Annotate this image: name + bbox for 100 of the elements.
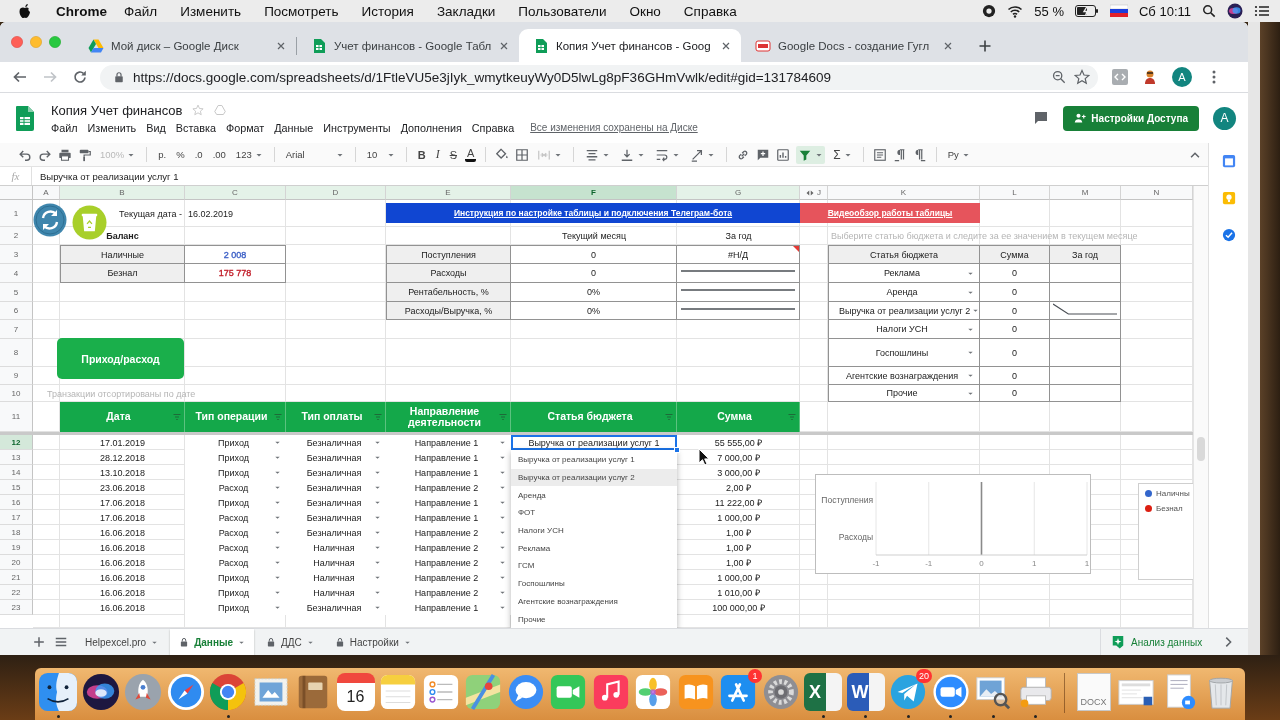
list-icon[interactable]: [1254, 3, 1270, 19]
save-status-link[interactable]: Все изменения сохранены на Диске: [530, 122, 698, 133]
dropdown-cell[interactable]: Безналичная: [286, 525, 386, 540]
maximize-icon[interactable]: [49, 36, 61, 48]
formula-input[interactable]: Выручка от реализации услуг 1: [32, 167, 1208, 185]
caret-icon[interactable]: [274, 544, 281, 551]
row-number[interactable]: 19: [0, 540, 33, 555]
menu-item[interactable]: Формат: [225, 121, 265, 134]
speech-bubble-icon[interactable]: [506, 673, 545, 711]
orb-icon[interactable]: [81, 673, 120, 711]
caret-icon[interactable]: [499, 574, 506, 581]
text-color-button[interactable]: A: [465, 147, 477, 162]
menu-item[interactable]: Агентские вознаграждения: [511, 592, 677, 611]
row-number[interactable]: 9: [0, 367, 33, 385]
dropdown-cell[interactable]: Направление 1: [386, 465, 511, 480]
video-camera-icon[interactable]: [931, 673, 970, 711]
filter-button[interactable]: [796, 145, 826, 164]
menu-item[interactable]: Файл: [51, 121, 78, 134]
filter-icon[interactable]: [173, 413, 181, 421]
comment-icon[interactable]: [1033, 110, 1050, 126]
calendar-icon[interactable]: [1221, 154, 1236, 168]
dropdown-cell[interactable]: Безналичная: [286, 495, 386, 510]
caret-icon[interactable]: [374, 469, 381, 476]
caret-icon[interactable]: [499, 604, 506, 611]
column-header[interactable]: F: [511, 186, 677, 200]
caret-icon[interactable]: [374, 514, 381, 521]
filter-icon[interactable]: [499, 413, 507, 421]
row-number[interactable]: 11: [0, 402, 33, 432]
checklist-icon[interactable]: [421, 673, 460, 711]
dropdown-cell[interactable]: Аренда: [828, 283, 980, 302]
caret-icon[interactable]: [274, 484, 281, 491]
row-number[interactable]: 1: [0, 200, 33, 227]
filter-icon[interactable]: [788, 413, 796, 421]
strikethrough-button[interactable]: S: [447, 145, 459, 164]
dropdown-cell[interactable]: Безналичная: [286, 510, 386, 525]
link[interactable]: Инструкция по настройке таблицы и подключения Телеграм-бота: [453, 208, 733, 218]
list-icon[interactable]: [54, 635, 68, 649]
dropdown-cell[interactable]: Приход: [185, 600, 286, 615]
caret-icon[interactable]: [274, 454, 281, 461]
menu-item[interactable]: Выручка от реализации услуг 2: [511, 468, 677, 487]
battery-icon[interactable]: [1075, 4, 1099, 18]
sheet-tab[interactable]: Настройки: [325, 629, 420, 655]
caret-icon[interactable]: [499, 469, 506, 476]
sheet-tab[interactable]: Helpexcel.pro: [76, 629, 168, 655]
row-number[interactable]: 6: [0, 302, 33, 320]
hidden-columns-icon[interactable]: [806, 188, 814, 197]
apple-icon[interactable]: [18, 3, 32, 19]
caret-icon[interactable]: [274, 589, 281, 596]
row-number[interactable]: 16: [0, 495, 33, 510]
sheet-tab[interactable]: ДДС: [257, 629, 323, 655]
video-camera-icon[interactable]: [549, 673, 587, 711]
column-header[interactable]: M: [1050, 186, 1121, 200]
caret-icon[interactable]: [274, 499, 281, 506]
spreadsheet-logo-icon[interactable]: [16, 105, 34, 131]
calendar-icon[interactable]: 16: [336, 673, 375, 711]
decrease-decimals-button[interactable]: .0: [192, 145, 205, 164]
caret-icon[interactable]: [274, 574, 281, 581]
menu-item[interactable]: Файл: [124, 3, 158, 19]
caret-icon[interactable]: [374, 439, 381, 446]
app-name[interactable]: Chrome: [56, 3, 107, 19]
dropdown-cell[interactable]: Направление 1: [386, 510, 511, 525]
browser-tab[interactable]: Учет финансов - Google Табл: [297, 29, 519, 62]
menu-item[interactable]: Посмотреть: [264, 3, 339, 19]
menu-item[interactable]: Налоги УСН: [511, 521, 677, 540]
notepad-icon[interactable]: [379, 673, 417, 711]
menu-item[interactable]: ГСМ: [511, 557, 677, 575]
caret-icon[interactable]: [499, 589, 506, 596]
menu-item[interactable]: Закладки: [436, 3, 496, 19]
close-icon[interactable]: [11, 36, 23, 48]
dropdown-cell[interactable]: Безналичная: [286, 450, 386, 465]
dropdown-cell[interactable]: Налоги УСН: [828, 320, 980, 339]
caret-icon[interactable]: [374, 604, 381, 611]
star-icon[interactable]: [1074, 69, 1090, 85]
table-cell[interactable]: Выручка от реализации услуг 1: [511, 435, 677, 450]
dropdown-cell[interactable]: Направление 1: [386, 600, 511, 615]
row-number[interactable]: 3: [0, 245, 33, 264]
font-size-select[interactable]: 10: [364, 145, 397, 164]
caret-icon[interactable]: [374, 484, 381, 491]
row-number[interactable]: 12: [0, 435, 33, 450]
dropdown-cell[interactable]: Безналичная: [286, 480, 386, 495]
refresh-icon[interactable]: [33, 203, 67, 237]
caret-icon[interactable]: [374, 589, 381, 596]
column-header[interactable]: G: [677, 186, 800, 200]
caret-icon[interactable]: [499, 529, 506, 536]
scrollbar[interactable]: [1193, 186, 1208, 628]
text-document-app-icon[interactable]: W: [846, 673, 885, 711]
flag-icon[interactable]: [1110, 4, 1128, 18]
comment-plus-icon[interactable]: [756, 147, 771, 162]
dropdown-cell[interactable]: Приход: [185, 450, 286, 465]
row-number[interactable]: 23: [0, 600, 33, 615]
dropdown-cell[interactable]: Выручка от реализации услуг 2: [828, 302, 980, 320]
dropdown-cell[interactable]: Приход: [185, 495, 286, 510]
dropdown-cell[interactable]: Направление 2: [386, 540, 511, 555]
column-header[interactable]: N: [1121, 186, 1193, 200]
row-number[interactable]: 4: [0, 264, 33, 283]
crossed-strokes-icon[interactable]: [719, 673, 757, 711]
dropdown-cell[interactable]: Наличная: [286, 570, 386, 585]
caret-icon[interactable]: [374, 454, 381, 461]
caret-icon[interactable]: [967, 372, 974, 379]
dropdown-cell[interactable]: Направление 2: [386, 585, 511, 600]
